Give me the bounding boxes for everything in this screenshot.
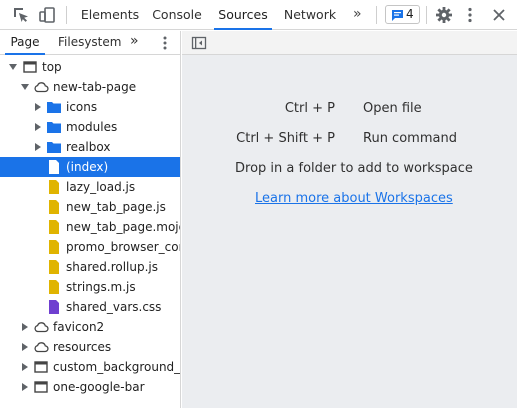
frame-icon xyxy=(34,381,48,393)
more-tabs-button[interactable]: » xyxy=(353,0,362,30)
tree-item-label: new_tab_page.mojom xyxy=(66,220,180,234)
tab-filesystem[interactable]: Filesystem xyxy=(58,31,121,55)
sources-navigator: Page Filesystem » top new-tab-page icons… xyxy=(0,31,181,408)
close-icon[interactable] xyxy=(490,6,508,24)
tree-item-index[interactable]: (index) xyxy=(0,157,180,177)
css-file-icon xyxy=(49,300,59,314)
issues-count: 4 xyxy=(406,7,414,21)
tab-console[interactable]: Console xyxy=(148,0,206,30)
tree-item-label: (index) xyxy=(66,160,109,174)
frame-icon xyxy=(34,361,48,373)
tree-item-strings-m-js[interactable]: strings.m.js xyxy=(0,277,180,297)
tree-item-custom-background-image[interactable]: custom_background_ima xyxy=(0,357,180,377)
folder-icon xyxy=(47,102,61,113)
shortcut-run-command-keys: Ctrl + Shift + P xyxy=(236,131,335,146)
tree-item-one-google-bar[interactable]: one-google-bar xyxy=(0,377,180,397)
tree-item-label: realbox xyxy=(66,140,111,154)
tree-item-promo-browser-command[interactable]: promo_browser_comm xyxy=(0,237,180,257)
frame-icon xyxy=(23,61,37,73)
document-icon xyxy=(49,160,59,174)
workspace-drop-message: Drop in a folder to add to workspace xyxy=(235,161,473,176)
cloud-icon xyxy=(34,342,49,353)
editor-placeholder: Ctrl + P Open file Ctrl + Shift + P Run … xyxy=(182,31,517,408)
tree-item-modules[interactable]: modules xyxy=(0,117,180,137)
tree-item-label: modules xyxy=(66,120,118,134)
toggle-navigator-icon[interactable] xyxy=(191,35,207,54)
js-file-icon xyxy=(49,280,59,294)
collapsed-arrow-icon xyxy=(35,103,41,111)
toolbar-divider xyxy=(66,6,67,24)
more-options-icon[interactable] xyxy=(461,6,479,24)
tab-sources[interactable]: Sources xyxy=(214,0,272,30)
tree-item-label: shared.rollup.js xyxy=(66,260,158,274)
js-file-icon xyxy=(49,240,59,254)
navigator-tabs: Page Filesystem » xyxy=(0,31,181,55)
tree-item-resources[interactable]: resources xyxy=(0,337,180,357)
tree-item-icons[interactable]: icons xyxy=(0,97,180,117)
tree-item-shared-rollup-js[interactable]: shared.rollup.js xyxy=(0,257,180,277)
tree-item-label: one-google-bar xyxy=(53,380,145,394)
issues-badge-button[interactable]: 4 xyxy=(385,5,420,24)
shortcut-run-command-label: Run command xyxy=(363,131,457,146)
js-file-icon xyxy=(49,260,59,274)
settings-gear-icon[interactable] xyxy=(435,6,453,24)
shortcut-open-file-keys: Ctrl + P xyxy=(284,101,335,116)
js-file-icon xyxy=(49,200,59,214)
folder-icon xyxy=(47,142,61,153)
js-file-icon xyxy=(49,220,59,234)
tree-item-label: icons xyxy=(66,100,98,114)
tree-item-label: top xyxy=(42,60,62,74)
tree-item-label: new-tab-page xyxy=(53,80,137,94)
folder-icon xyxy=(47,122,61,133)
devtools-toolbar: Elements Console Sources Network » 4 xyxy=(0,0,517,30)
more-navigator-tabs-button[interactable]: » xyxy=(130,31,139,55)
cloud-icon xyxy=(34,82,49,93)
collapsed-arrow-icon xyxy=(35,143,41,151)
tree-item-label: resources xyxy=(53,340,112,354)
tab-page[interactable]: Page xyxy=(5,31,45,55)
editor-toolbar xyxy=(182,31,517,55)
shortcut-open-file-label: Open file xyxy=(363,101,422,116)
expanded-arrow-icon xyxy=(9,64,17,70)
tab-network[interactable]: Network xyxy=(280,0,340,30)
collapsed-arrow-icon xyxy=(35,123,41,131)
collapsed-arrow-icon xyxy=(22,363,28,371)
tree-item-label: shared_vars.css xyxy=(66,300,162,314)
tree-item-label: lazy_load.js xyxy=(66,180,136,194)
tree-item-label: new_tab_page.js xyxy=(66,200,166,214)
tree-item-realbox[interactable]: realbox xyxy=(0,137,180,157)
collapsed-arrow-icon xyxy=(22,383,28,391)
tree-item-top[interactable]: top xyxy=(0,57,180,77)
toolbar-divider xyxy=(376,6,377,24)
tree-item-shared-vars-css[interactable]: shared_vars.css xyxy=(0,297,180,317)
inspect-element-icon[interactable] xyxy=(12,6,30,24)
cloud-icon xyxy=(34,322,49,333)
collapsed-arrow-icon xyxy=(22,343,28,351)
tree-item-lazy-load-js[interactable]: lazy_load.js xyxy=(0,177,180,197)
toolbar-divider xyxy=(426,6,427,24)
tree-item-label: promo_browser_comm xyxy=(66,240,180,254)
tree-item-new-tab-page-mojom[interactable]: new_tab_page.mojom xyxy=(0,217,180,237)
learn-more-workspaces-link[interactable]: Learn more about Workspaces xyxy=(255,191,453,206)
tree-item-label: strings.m.js xyxy=(66,280,136,294)
tab-elements[interactable]: Elements xyxy=(78,0,142,30)
tree-item-label: favicon2 xyxy=(53,320,105,334)
message-icon xyxy=(392,10,403,21)
expanded-arrow-icon xyxy=(21,84,29,90)
js-file-icon xyxy=(49,180,59,194)
tree-item-label: custom_background_ima xyxy=(53,360,180,374)
navigator-menu-icon[interactable] xyxy=(158,34,172,55)
collapsed-arrow-icon xyxy=(22,323,28,331)
device-toolbar-icon[interactable] xyxy=(38,6,56,24)
tree-item-favicon2[interactable]: favicon2 xyxy=(0,317,180,337)
tree-item-new-tab-page[interactable]: new-tab-page xyxy=(0,77,180,97)
tree-item-new-tab-page-js[interactable]: new_tab_page.js xyxy=(0,197,180,217)
